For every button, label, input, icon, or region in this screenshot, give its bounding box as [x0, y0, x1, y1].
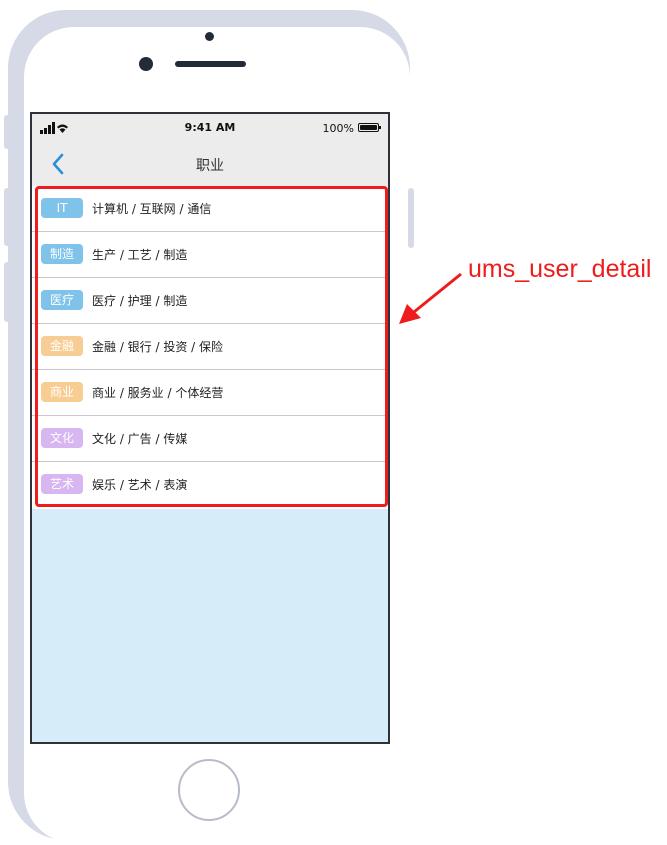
category-label: 生产 / 工艺 / 制造 [92, 248, 188, 262]
category-tag: 艺术 [41, 474, 83, 494]
camera-icon [139, 57, 153, 71]
power-button [408, 188, 414, 248]
list-item[interactable]: 艺术 娱乐 / 艺术 / 表演 [32, 462, 388, 509]
category-label: 文化 / 广告 / 传媒 [92, 432, 188, 446]
page-title: 职业 [196, 158, 224, 174]
navigation-bar: 职业 [32, 142, 388, 186]
battery-icon [358, 123, 381, 132]
category-tag: 金融 [41, 336, 83, 356]
category-tag: 文化 [41, 428, 83, 448]
annotation-label: ums_user_detail [468, 255, 652, 283]
category-label: 医疗 / 护理 / 制造 [92, 294, 188, 308]
category-label: 金融 / 银行 / 投资 / 保险 [92, 340, 224, 354]
category-label: 商业 / 服务业 / 个体经营 [92, 386, 224, 400]
volume-down-button [4, 188, 10, 246]
category-label: 娱乐 / 艺术 / 表演 [92, 478, 188, 492]
status-bar: 9:41 AM 100% [32, 114, 388, 142]
list-item[interactable]: 商业 商业 / 服务业 / 个体经营 [32, 370, 388, 416]
category-tag: 商业 [41, 382, 83, 402]
category-tag: 制造 [41, 244, 83, 264]
occupation-list: IT 计算机 / 互联网 / 通信 制造 生产 / 工艺 / 制造 医疗 医疗 … [32, 186, 388, 509]
list-item[interactable]: 制造 生产 / 工艺 / 制造 [32, 232, 388, 278]
list-item[interactable]: 医疗 医疗 / 护理 / 制造 [32, 278, 388, 324]
speaker-grille [175, 61, 246, 67]
phone-screen: 9:41 AM 100% 职业 IT 计算机 / 互联网 / 通信 制造 生产 … [30, 112, 390, 744]
category-label: 计算机 / 互联网 / 通信 [92, 202, 212, 216]
mute-button [4, 262, 10, 322]
list-item[interactable]: 文化 文化 / 广告 / 传媒 [32, 416, 388, 462]
list-item[interactable]: 金融 金融 / 银行 / 投资 / 保险 [32, 324, 388, 370]
battery-percent: 100% [322, 122, 354, 135]
annotation-arrow-icon [399, 272, 462, 324]
volume-up-button [4, 115, 10, 149]
category-tag: 医疗 [41, 290, 83, 310]
sensor-icon [205, 32, 214, 41]
home-button[interactable] [178, 759, 240, 821]
category-tag: IT [41, 198, 83, 218]
list-item[interactable]: IT 计算机 / 互联网 / 通信 [32, 186, 388, 232]
